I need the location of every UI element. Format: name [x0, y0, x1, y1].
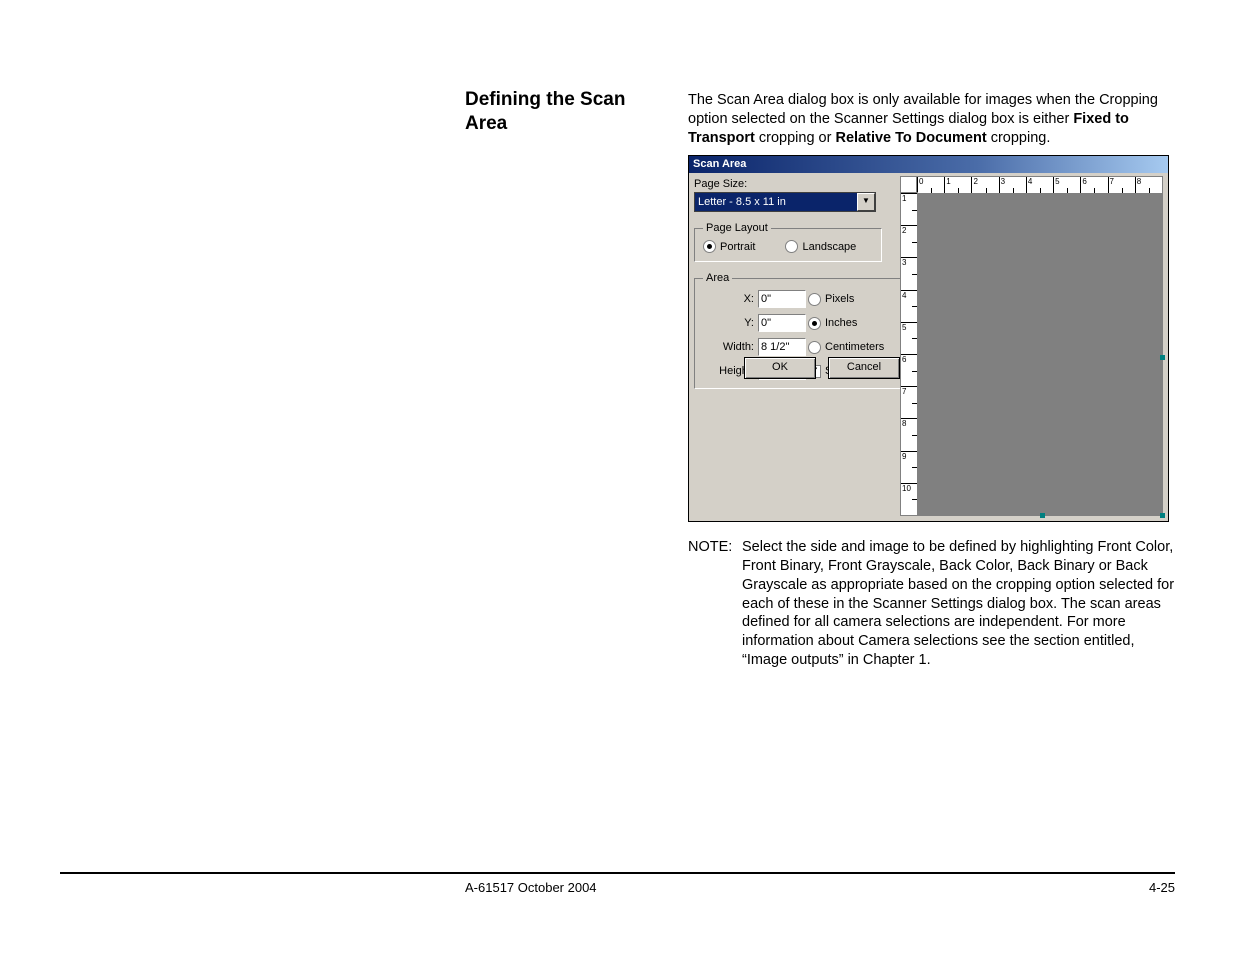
page-size-value: Letter - 8.5 x 11 in	[695, 196, 857, 208]
area-legend: Area	[703, 272, 732, 284]
ruler-tick: 4	[902, 291, 906, 300]
intro-text-mid: cropping or	[755, 130, 836, 146]
width-input[interactable]: 8 1/2"	[758, 338, 806, 356]
portrait-label: Portrait	[720, 241, 755, 253]
radio-icon	[808, 293, 821, 306]
ruler-tick: 1	[902, 194, 906, 203]
ruler-tick: 4	[1028, 177, 1032, 186]
ruler-tick: 7	[902, 387, 906, 396]
cancel-button[interactable]: Cancel	[828, 357, 900, 379]
ruler-tick: 2	[902, 226, 906, 235]
footer-left: A-61517 October 2004	[465, 880, 597, 895]
section-heading: Defining the Scan Area	[465, 88, 665, 136]
chevron-down-icon[interactable]: ▼	[857, 193, 875, 211]
ruler-tick: 1	[946, 177, 950, 186]
dialog-titlebar: Scan Area	[689, 156, 1168, 173]
width-label: Width:	[703, 341, 758, 353]
page-layout-group: Page Layout Portrait Landscape	[694, 222, 882, 262]
ruler-tick: 6	[902, 355, 906, 364]
ruler-tick: 6	[1082, 177, 1086, 186]
vertical-ruler: 1 2 3 4 5 6 7 8 9 10	[900, 192, 918, 516]
ruler-tick: 3	[902, 258, 906, 267]
horizontal-ruler: 0 1 2 3 4 5 6 7 8	[916, 176, 1163, 194]
intro-paragraph: The Scan Area dialog box is only availab…	[688, 91, 1178, 148]
resize-handle[interactable]	[1160, 355, 1165, 360]
radio-icon	[808, 341, 821, 354]
page-size-dropdown[interactable]: Letter - 8.5 x 11 in ▼	[694, 192, 876, 212]
x-label: X:	[703, 293, 758, 305]
intro-text-post: cropping.	[987, 130, 1051, 146]
ruler-tick: 10	[902, 484, 911, 493]
centimeters-radio[interactable]: Centimeters	[808, 341, 898, 354]
preview-pane: 0 1 2 3 4 5 6 7 8 1 2 3 4 5 6 7 8 9 10	[900, 176, 1163, 516]
page-size-label: Page Size:	[694, 178, 894, 190]
ok-button[interactable]: OK	[744, 357, 816, 379]
note-label: NOTE:	[688, 538, 742, 670]
pixels-radio[interactable]: Pixels	[808, 293, 898, 306]
ruler-tick: 5	[902, 323, 906, 332]
portrait-radio[interactable]: Portrait	[703, 240, 755, 253]
landscape-label: Landscape	[802, 241, 856, 253]
pixels-label: Pixels	[825, 293, 854, 305]
y-label: Y:	[703, 317, 758, 329]
inches-label: Inches	[825, 317, 857, 329]
centimeters-label: Centimeters	[825, 341, 884, 353]
ruler-tick: 9	[902, 452, 906, 461]
intro-bold-2: Relative To Document	[835, 130, 986, 146]
x-input[interactable]: 0"	[758, 290, 806, 308]
landscape-radio[interactable]: Landscape	[785, 240, 856, 253]
ruler-tick: 0	[919, 177, 923, 186]
ruler-tick: 8	[902, 419, 906, 428]
ruler-tick: 5	[1055, 177, 1059, 186]
radio-icon	[703, 240, 716, 253]
resize-handle[interactable]	[1040, 513, 1045, 518]
ruler-tick: 3	[1001, 177, 1005, 186]
y-input[interactable]: 0"	[758, 314, 806, 332]
scan-area-dialog: Scan Area Page Size: Letter - 8.5 x 11 i…	[688, 155, 1169, 522]
radio-icon	[785, 240, 798, 253]
footer-rule	[60, 872, 1175, 874]
radio-icon	[808, 317, 821, 330]
resize-handle[interactable]	[1160, 513, 1165, 518]
preview-canvas[interactable]	[917, 193, 1163, 516]
ruler-tick: 7	[1110, 177, 1114, 186]
ruler-tick: 8	[1137, 177, 1141, 186]
footer-page-number: 4-25	[1149, 880, 1175, 895]
page-layout-legend: Page Layout	[703, 222, 771, 234]
note-block: NOTE: Select the side and image to be de…	[688, 538, 1178, 670]
note-text: Select the side and image to be defined …	[742, 538, 1178, 670]
ruler-tick: 2	[973, 177, 977, 186]
inches-radio[interactable]: Inches	[808, 317, 898, 330]
